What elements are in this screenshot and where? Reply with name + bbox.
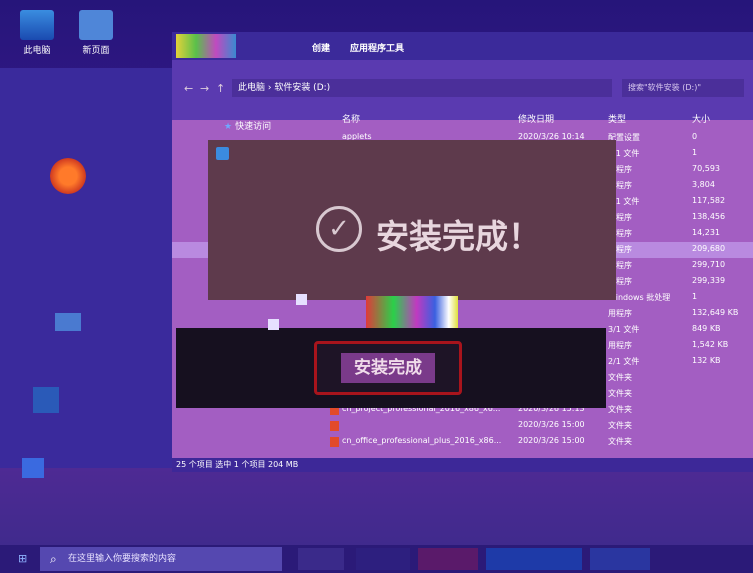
cell-type: 文件夹: [608, 421, 632, 430]
back-arrow-icon[interactable]: ←: [184, 82, 193, 95]
cell-size: 1: [692, 148, 698, 157]
cell-date: 2020/3/26 15:00: [518, 436, 585, 445]
column-date[interactable]: 修改日期: [518, 112, 554, 125]
option-checkbox-2[interactable]: [268, 319, 283, 331]
cell-size: 117,582: [692, 196, 726, 205]
checkbox-icon: [268, 319, 279, 330]
cell-type: 2/1 文件: [608, 357, 640, 366]
cell-type: 用程序: [608, 341, 632, 350]
cell-type: 文件夹: [608, 373, 632, 382]
cell-size: 209,680: [692, 244, 726, 253]
cell-size: 0: [692, 132, 698, 141]
explorer-titlebar: 创建 应用程序工具: [172, 32, 753, 60]
desktop-icon-new-page[interactable]: 新页面: [72, 10, 120, 56]
cell-type: 用程序: [608, 309, 632, 318]
app-logo-icon: [216, 147, 229, 160]
glitched-thumbnail: [176, 34, 236, 58]
cell-type: 3/1 文件: [608, 325, 640, 334]
checkmark-circle-icon: ✓: [316, 206, 362, 252]
folder-icon: [55, 313, 81, 331]
taskbar-app[interactable]: [356, 548, 410, 570]
taskbar: ⊞ ⌕ 在这里输入你要搜索的内容: [0, 545, 753, 573]
install-dialog: ✓ 安装完成！: [208, 140, 616, 300]
cell-type: 文件夹: [608, 405, 632, 414]
cell-size: 1: [692, 292, 698, 301]
cell-size: 849 KB: [692, 324, 721, 333]
cell-size: 132,649 KB: [692, 308, 739, 317]
tab-create[interactable]: 创建: [312, 41, 330, 54]
explorer-navbar: ← → ↑ 此电脑 › 软件安装 (D:) 搜索"软件安装 (D:)": [172, 60, 753, 120]
app-icon: [22, 458, 44, 478]
folder-icon: [330, 421, 339, 431]
cell-size: 14,231: [692, 228, 720, 237]
app-icon: [33, 387, 59, 413]
cell-size: 3,804: [692, 180, 715, 189]
taskbar-search-placeholder: 在这里输入你要搜索的内容: [68, 554, 177, 564]
install-complete-button-frame[interactable]: 安装完成: [314, 341, 462, 395]
taskbar-app[interactable]: [590, 548, 650, 570]
browser-icon: [50, 158, 86, 194]
background-window-left: [0, 68, 172, 468]
cell-size: 138,456: [692, 212, 726, 221]
column-type[interactable]: 类型: [608, 112, 626, 125]
taskbar-search-input[interactable]: ⌕ 在这里输入你要搜索的内容: [40, 547, 282, 571]
column-name[interactable]: 名称: [342, 112, 360, 125]
table-row[interactable]: cn_office_professional_plus_2016_x86... 2…: [172, 434, 753, 450]
computer-icon: [20, 10, 54, 40]
cell-type: 文件夹: [608, 437, 632, 446]
cell-size: 299,710: [692, 260, 726, 269]
taskbar-app[interactable]: [418, 548, 478, 570]
table-row[interactable]: 用程序 132,649 KB: [172, 306, 753, 322]
cell-type: Windows 批处理: [608, 293, 671, 302]
dialog-titlebar: [208, 140, 616, 168]
taskbar-app[interactable]: [486, 548, 582, 570]
up-arrow-icon[interactable]: ↑: [216, 82, 225, 95]
forward-arrow-icon[interactable]: →: [200, 82, 209, 95]
desktop-icon-label: 新页面: [82, 46, 110, 56]
desktop-icon-label: 此电脑: [23, 46, 51, 56]
tab-app-tools[interactable]: 应用程序工具: [350, 41, 404, 54]
column-size[interactable]: 大小: [692, 112, 710, 125]
table-row[interactable]: 2020/3/26 15:00 文件夹: [172, 418, 753, 434]
taskbar-app[interactable]: [298, 548, 344, 570]
cell-size: 132 KB: [692, 356, 721, 365]
search-icon: ⌕: [50, 552, 57, 566]
cell-date: 2020/3/26 15:00: [518, 420, 585, 429]
status-bar: 25 个项目 选中 1 个项目 204 MB: [172, 458, 753, 472]
glitch-artifact: [366, 296, 458, 328]
cell-type: 文件夹: [608, 389, 632, 398]
install-complete-message: 安装完成！: [376, 217, 541, 256]
folder-icon: [330, 437, 339, 447]
desktop-icon-this-pc[interactable]: 此电脑: [13, 10, 61, 56]
install-complete-button[interactable]: 安装完成: [341, 353, 435, 383]
search-input[interactable]: 搜索"软件安装 (D:)": [622, 79, 744, 97]
app-icon: [79, 10, 113, 40]
cell-size: 299,339: [692, 276, 726, 285]
address-bar[interactable]: 此电脑 › 软件安装 (D:): [232, 79, 612, 97]
cell-size: 70,593: [692, 164, 720, 173]
checkbox-icon: [296, 294, 307, 305]
option-checkbox-1[interactable]: [296, 294, 311, 306]
windows-start-icon[interactable]: ⊞: [18, 553, 30, 565]
cell-size: 1,542 KB: [692, 340, 729, 349]
cell-name: cn_office_professional_plus_2016_x86...: [342, 436, 502, 445]
